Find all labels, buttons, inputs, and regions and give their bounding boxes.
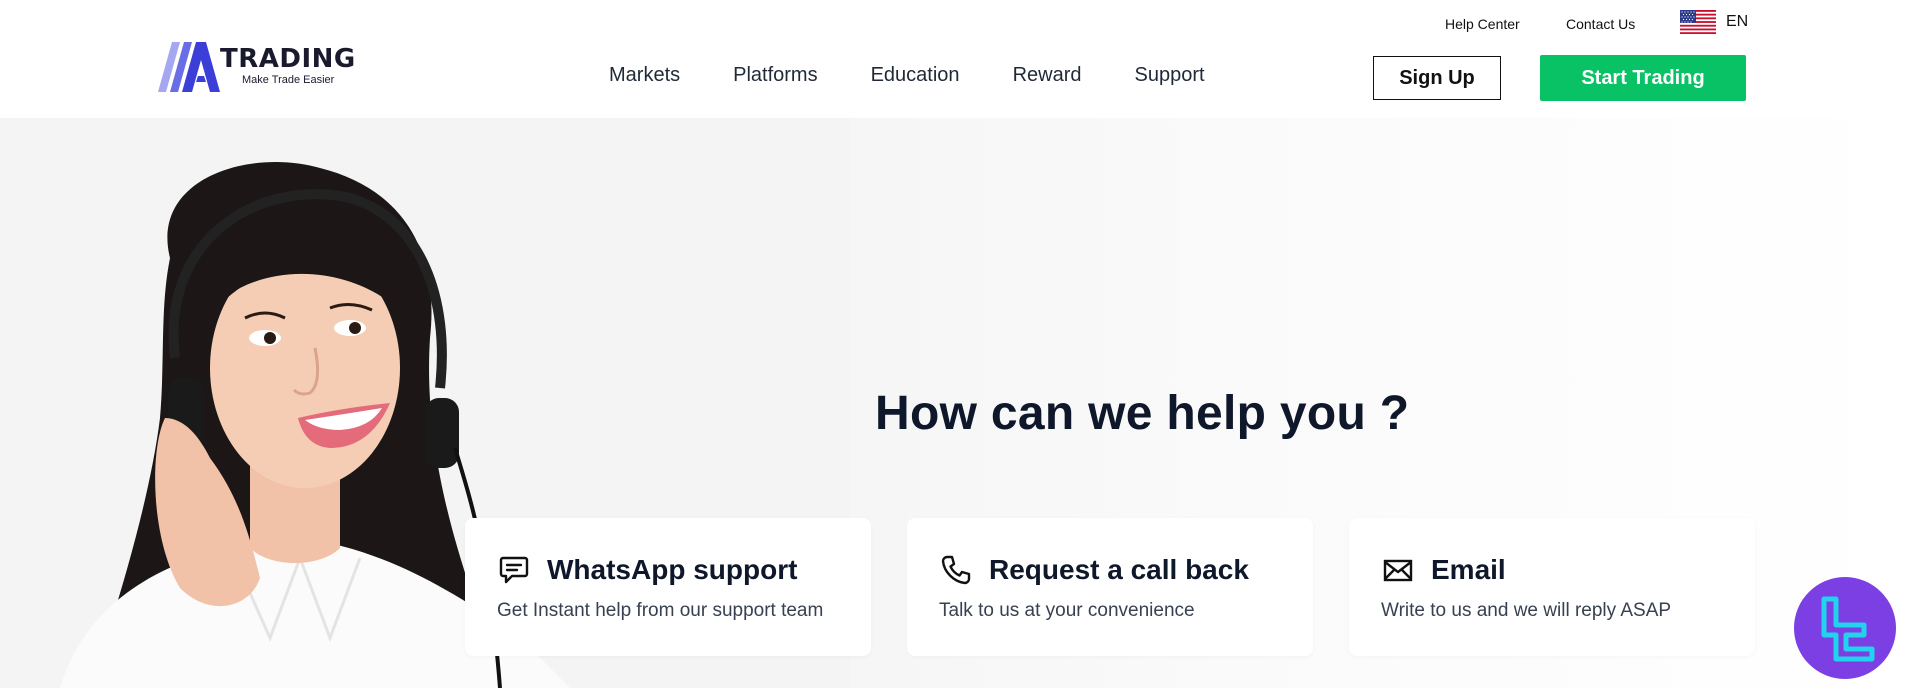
brand-logo[interactable]: TRADING Make Trade Easier [156,42,366,94]
hero-section: How can we help you ? WhatsApp support G… [0,118,1905,688]
card-title: Email [1431,554,1506,585]
card-description: Write to us and we will reply ASAP [1381,600,1672,621]
email-card[interactable]: Email Write to us and we will reply ASAP [1349,518,1755,656]
contact-us-link[interactable]: Contact Us [1566,16,1635,32]
language-code: EN [1726,13,1749,30]
sign-up-button[interactable]: Sign Up [1373,56,1501,100]
utility-bar: Help Center Contact Us EN [0,0,1905,44]
nav-item-reward[interactable]: Reward [1013,64,1082,87]
card-description: Get Instant help from our support team [497,600,824,621]
help-center-link[interactable]: Help Center [1445,16,1520,32]
us-flag-icon [1680,10,1716,34]
start-trading-button[interactable]: Start Trading [1540,55,1746,101]
logo-mark-icon [158,42,220,92]
card-description: Talk to us at your convenience [939,600,1195,621]
whatsapp-support-card[interactable]: WhatsApp support Get Instant help from o… [465,518,871,656]
nav-item-support[interactable]: Support [1134,64,1204,87]
nav-item-education[interactable]: Education [871,64,960,87]
phone-icon [941,555,971,585]
nav-item-platforms[interactable]: Platforms [733,64,817,87]
brand-name: TRADING [220,44,356,74]
language-selector[interactable]: EN [1680,10,1748,34]
hero-title: How can we help you ? [875,387,1410,440]
card-title: Request a call back [989,554,1249,585]
request-call-back-card[interactable]: Request a call back Talk to us at your c… [907,518,1313,656]
card-title: WhatsApp support [547,554,798,585]
mail-icon [1383,559,1413,582]
brand-tagline: Make Trade Easier [242,74,335,86]
nav-item-markets[interactable]: Markets [609,64,680,87]
chat-icon [499,556,529,584]
floating-brand-badge[interactable] [1794,577,1896,679]
main-nav: Markets Platforms Education Reward Suppo… [609,64,1258,87]
badge-logo-icon [1821,596,1875,662]
